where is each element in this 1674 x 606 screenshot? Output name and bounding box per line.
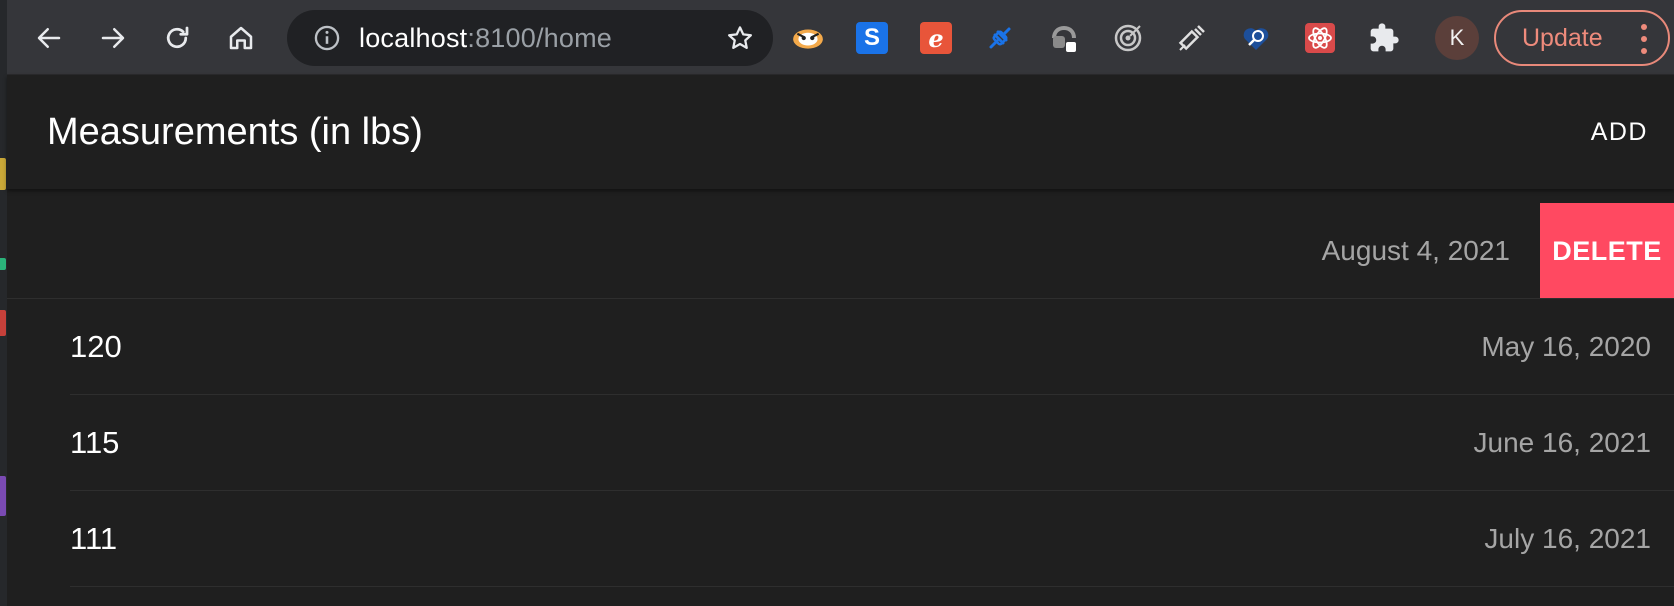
heart-search-icon[interactable] (1239, 21, 1273, 55)
delete-button[interactable]: DELETE (1540, 203, 1674, 299)
home-button[interactable] (219, 16, 263, 60)
page-title: Measurements (in lbs) (47, 111, 423, 153)
edge-marker (0, 310, 6, 336)
browser-toolbar: localhost:8100/home S e K Update (7, 0, 1674, 75)
url-text: localhost:8100/home (359, 10, 612, 66)
back-arrow-icon (37, 28, 61, 48)
edge-marker (0, 158, 6, 190)
add-button[interactable]: ADD (1591, 75, 1648, 189)
s-extension-letter: S (856, 22, 888, 54)
target-icon[interactable] (1111, 21, 1145, 55)
edge-marker (0, 258, 6, 270)
measurement-date: July 16, 2021 (1484, 523, 1651, 554)
reload-button[interactable] (155, 16, 199, 60)
s-extension-icon[interactable]: S (855, 21, 889, 55)
url-host: localhost (359, 23, 468, 53)
badger-icon[interactable] (791, 21, 825, 55)
window-edge (0, 0, 7, 606)
back-button[interactable] (27, 16, 71, 60)
update-button[interactable]: Update (1494, 10, 1670, 66)
home-icon (229, 26, 253, 50)
measurement-date: May 16, 2020 (1481, 331, 1651, 362)
puzzle-icon[interactable] (1367, 21, 1401, 55)
measurement-weight: 111 (70, 521, 118, 556)
forward-arrow-icon (101, 28, 125, 48)
measurement-list: August 4, 2021 DELETE 120 May 16, 2020 1… (7, 203, 1674, 587)
more-vert-icon[interactable] (1640, 24, 1648, 54)
measurement-weight: 115 (70, 425, 120, 460)
app-header: Measurements (in lbs) ADD (7, 75, 1674, 189)
edge-marker (0, 476, 6, 516)
forward-button[interactable] (91, 16, 135, 60)
e-extension-letter: e (920, 22, 952, 54)
url-path: :8100/home (467, 23, 612, 53)
measurement-weight: 120 (70, 329, 122, 364)
bookmark-star-icon[interactable] (723, 21, 757, 55)
measurement-date: June 16, 2021 (1473, 427, 1652, 458)
list-item[interactable]: 120 May 16, 2020 (7, 299, 1674, 395)
address-bar[interactable]: localhost:8100/home (287, 10, 773, 66)
list-item[interactable]: August 4, 2021 DELETE (7, 203, 1674, 299)
measurement-date: August 4, 2021 (1321, 235, 1510, 266)
list-item[interactable]: 115 June 16, 2021 (7, 395, 1674, 491)
atom-extension-icon[interactable] (1303, 21, 1337, 55)
syringe-icon[interactable] (1175, 21, 1209, 55)
plug-icon[interactable] (983, 21, 1017, 55)
reload-icon (166, 26, 189, 49)
divider (70, 586, 1674, 587)
e-extension-icon[interactable]: e (919, 21, 953, 55)
site-info-icon[interactable] (311, 22, 343, 54)
profile-avatar[interactable]: K (1435, 16, 1479, 60)
list-item[interactable]: 111 July 16, 2021 (7, 491, 1674, 587)
grey-extension-icon[interactable] (1047, 21, 1081, 55)
update-label: Update (1522, 23, 1603, 52)
